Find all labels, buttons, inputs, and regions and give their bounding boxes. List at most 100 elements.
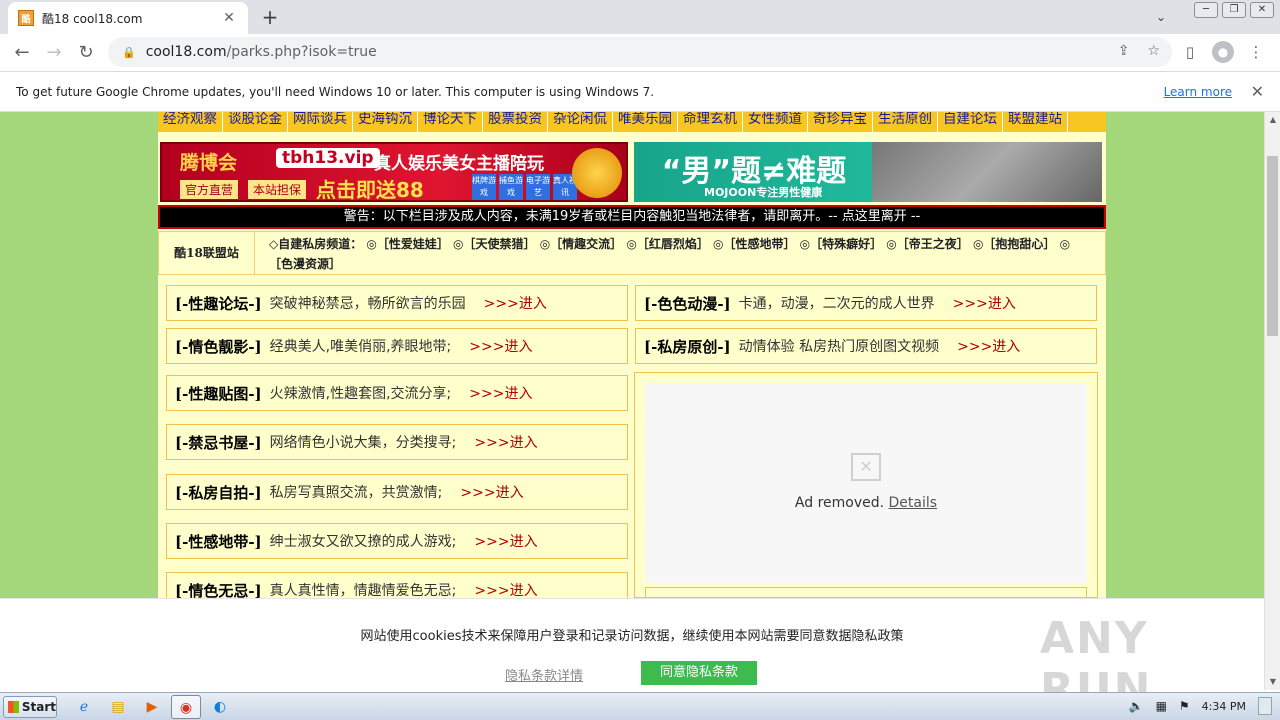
ie-icon[interactable]: ℯ (69, 695, 99, 719)
minimize-button[interactable]: ─ (1194, 2, 1218, 18)
share-icon[interactable]: ⇪ (1118, 43, 1130, 59)
section-enter-link[interactable]: >>>进入 (957, 336, 1020, 356)
nav-link[interactable]: 史海钩沉 (353, 112, 418, 132)
menu-kebab-icon[interactable]: ⋮ (1242, 37, 1270, 67)
forum-section[interactable]: [-情色无忌-] 真人真性情，情趣情爱色无忌; >>>进入 (166, 572, 628, 598)
forum-section[interactable]: [-色色动漫-] 卡通，动漫，二次元的成人世界 >>>进入 (635, 285, 1097, 321)
tab-strip: 酷 酷18 cool18.com ✕ + ⌄ ─ ❐ ✕ (0, 0, 1280, 34)
browser-tab[interactable]: 酷 酷18 cool18.com ✕ (8, 2, 248, 34)
section-enter-link[interactable]: >>>进入 (474, 432, 537, 452)
banner-chip: 捕鱼游戏 (499, 174, 523, 200)
forum-section[interactable]: [-性趣贴图-] 火辣激情,性趣套图,交流分享; >>>进入 (166, 375, 628, 411)
scroll-down-icon[interactable]: ▼ (1265, 674, 1280, 690)
nav-link[interactable]: 命理玄机 (678, 112, 743, 132)
volume-icon[interactable]: 🔈 (1129, 699, 1144, 713)
explorer-folder-icon[interactable]: ▤ (103, 695, 133, 719)
alliance-box: 酷18联盟站 ◇自建私房频道： ◎［性爱娃娃］ ◎［天使禁猎］ ◎［情趣交流］ … (158, 231, 1106, 275)
infobar-close-icon[interactable]: ✕ (1251, 82, 1264, 101)
tab-close-icon[interactable]: ✕ (220, 10, 238, 26)
section-title[interactable]: [-禁忌书屋-] (175, 432, 262, 453)
nav-link[interactable]: 经济观察 (158, 112, 223, 132)
nav-link[interactable]: 联盟建站 (1003, 112, 1068, 132)
page-scrollbar[interactable]: ▲ ▼ (1264, 112, 1280, 690)
nav-link[interactable]: 生活原创 (873, 112, 938, 132)
forward-button[interactable]: → (38, 37, 70, 69)
ad-details-link[interactable]: Details (889, 495, 938, 511)
clock[interactable]: 4:34 PM (1202, 700, 1246, 713)
alliance-channels[interactable]: ◇自建私房频道： ◎［性爱娃娃］ ◎［天使禁猎］ ◎［情趣交流］ ◎［红唇烈焰］… (269, 234, 1089, 274)
close-window-button[interactable]: ✕ (1250, 2, 1274, 18)
age-warning[interactable]: 警告：以下栏目涉及成人内容，未满19岁者或栏目内容触犯当地法律者，请即离开。--… (158, 205, 1106, 229)
removed-ad-placeholder: ✕ Ad removed. Details (645, 383, 1087, 583)
section-enter-link[interactable]: >>>进入 (474, 580, 537, 598)
side-panel-icon[interactable]: ▯ (1176, 37, 1204, 67)
back-button[interactable]: ← (6, 37, 38, 69)
restore-button[interactable]: ❐ (1222, 2, 1246, 18)
section-title[interactable]: [-私房自拍-] (175, 482, 262, 503)
casino-banner-ad[interactable]: 腾博会 tbh13.vip 真人娱乐美女主播陪玩 官方直营 本站担保 点击即送8… (160, 142, 628, 202)
dragon-mascot-image (572, 148, 622, 198)
media-player-icon[interactable]: ▶ (137, 695, 167, 719)
nav-link[interactable]: 谈股论金 (223, 112, 288, 132)
section-enter-link[interactable]: >>>进入 (953, 293, 1016, 313)
banner-chip: 电子游艺 (526, 174, 550, 200)
chrome-icon[interactable]: ◉ (171, 694, 201, 719)
nav-link[interactable]: 奇珍异宝 (808, 112, 873, 132)
tab-search-icon[interactable]: ⌄ (1150, 6, 1172, 28)
learn-more-link[interactable]: Learn more (1164, 85, 1232, 99)
url-host: cool18.com (145, 44, 227, 60)
forum-nav: 经济观察 谈股论金 网际谈兵 史海钩沉 博论天下 股票投资 杂论闲侃 唯美乐园 命理玄机 女性频道… (158, 112, 1106, 132)
system-tray: 🔈 ▦ ⚑ 4:34 PM (1129, 697, 1272, 715)
section-title[interactable]: [-性趣贴图-] (175, 383, 262, 404)
new-tab-button[interactable]: + (258, 6, 282, 30)
bookmark-star-icon[interactable]: ☆ (1147, 43, 1160, 59)
section-title[interactable]: [-情色无忌-] (175, 580, 262, 599)
nav-link[interactable]: 唯美乐园 (613, 112, 678, 132)
forum-section[interactable]: [-私房自拍-] 私房写真照交流，共赏激情; >>>进入 (166, 474, 628, 510)
section-desc: 经典美人,唯美俏丽,养眼地带; (269, 339, 452, 355)
privacy-details-link[interactable]: 隐私条款详情 (505, 665, 583, 684)
section-enter-link[interactable]: >>>进入 (469, 336, 532, 356)
forum-section[interactable]: [-私房原创-] 动情体验 私房热门原创图文视频 >>>进入 (635, 328, 1097, 364)
banner2-photo (872, 142, 1102, 202)
nav-link[interactable]: 博论天下 (418, 112, 483, 132)
section-desc: 动情体验 私房热门原创图文视频 (738, 339, 940, 355)
scroll-up-icon[interactable]: ▲ (1265, 112, 1280, 128)
banner-cta: 点击即送88 (316, 178, 424, 202)
section-enter-link[interactable]: >>>进入 (469, 383, 532, 403)
start-button[interactable]: Start (3, 695, 57, 718)
update-infobar: To get future Google Chrome updates, you… (0, 71, 1280, 112)
nav-link[interactable]: 股票投资 (483, 112, 548, 132)
alliance-label[interactable]: 酷18联盟站 (159, 232, 255, 274)
reload-button[interactable]: ↻ (70, 37, 102, 69)
section-enter-link[interactable]: >>>进入 (460, 482, 523, 502)
section-desc: 私房写真照交流，共赏激情; (269, 485, 443, 501)
nav-link[interactable]: 自建论坛 (938, 112, 1003, 132)
section-title[interactable]: [-性感地带-] (175, 531, 262, 552)
section-enter-link[interactable]: >>>进入 (474, 531, 537, 551)
address-bar[interactable]: 🔒 cool18.com /parks.php?isok=true ⇪ ☆ (108, 37, 1172, 67)
section-desc: 网络情色小说大集，分类搜寻; (269, 435, 457, 451)
network-icon[interactable]: ▦ (1156, 699, 1167, 713)
health-banner-ad[interactable]: “男”题≠难题 MOJOON专注男性健康 (634, 142, 1102, 202)
section-title[interactable]: [-私房原创-] (644, 336, 731, 357)
banner-tag: 本站担保 (248, 180, 307, 199)
action-center-flag-icon[interactable]: ⚑ (1179, 699, 1190, 713)
nav-link[interactable]: 网际谈兵 (288, 112, 353, 132)
section-enter-link[interactable]: >>>进入 (484, 293, 547, 313)
section-title[interactable]: [-色色动漫-] (644, 293, 731, 314)
forum-section[interactable]: [-情色靓影-] 经典美人,唯美俏丽,养眼地带; >>>进入 (166, 328, 628, 364)
section-title[interactable]: [-情色靓影-] (175, 336, 262, 357)
section-title[interactable]: [-性趣论坛-] (175, 293, 262, 314)
nav-link[interactable]: 杂论闲侃 (548, 112, 613, 132)
nav-link[interactable]: 女性频道 (743, 112, 808, 132)
agree-privacy-button[interactable]: 同意隐私条款 (641, 661, 757, 685)
forum-section[interactable]: [-禁忌书屋-] 网络情色小说大集，分类搜寻; >>>进入 (166, 424, 628, 460)
show-desktop-button[interactable] (1258, 697, 1272, 715)
forum-section[interactable]: [-性感地带-] 绅士淑女又欲又撩的成人游戏; >>>进入 (166, 523, 628, 559)
profile-avatar-icon[interactable]: ● (1212, 41, 1234, 63)
scroll-thumb[interactable] (1267, 156, 1278, 336)
forum-section[interactable]: [-性趣论坛-] 突破神秘禁忌，畅所欲言的乐园 >>>进入 (166, 285, 628, 321)
edge-icon[interactable]: ◐ (205, 695, 235, 719)
lock-icon[interactable]: 🔒 (122, 46, 136, 59)
